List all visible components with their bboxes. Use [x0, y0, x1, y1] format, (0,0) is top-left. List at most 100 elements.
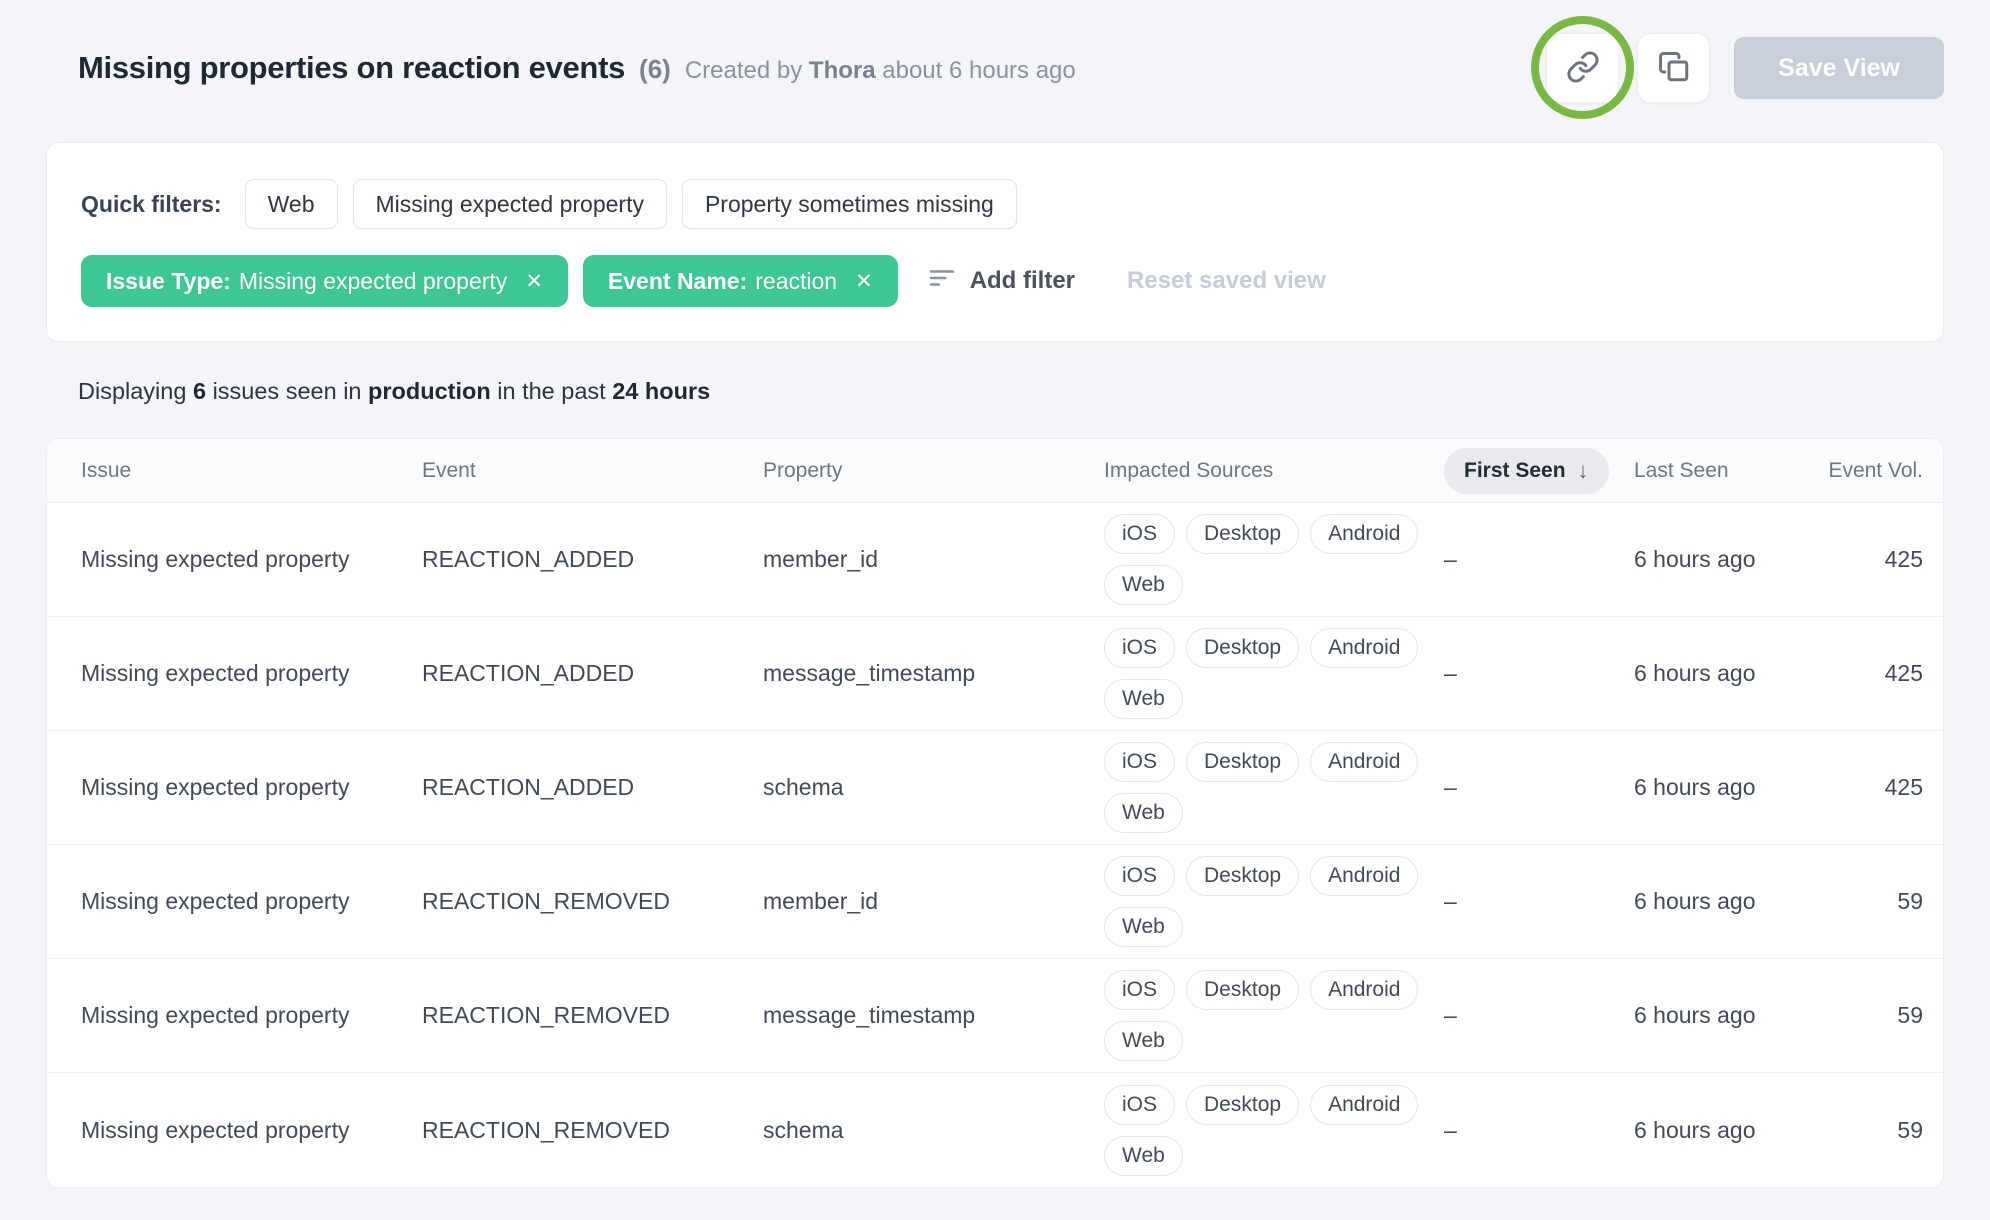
property-cell: member_id: [763, 888, 1104, 915]
source-badge: Web: [1104, 565, 1183, 605]
event-vol-cell: 59: [1803, 1117, 1923, 1144]
filter-chip-name: Event Name:: [608, 268, 747, 295]
created-by-meta: Created by Thora about 6 hours ago: [685, 57, 1076, 85]
last-seen-cell: 6 hours ago: [1634, 774, 1803, 801]
column-header-property: Property: [763, 459, 1104, 483]
copy-icon: [1657, 50, 1691, 87]
copy-link-button[interactable]: [1546, 33, 1619, 103]
event-vol-cell: 425: [1803, 660, 1923, 687]
created-by-prefix: Created by: [685, 57, 802, 84]
sort-pill-first-seen[interactable]: First Seen ↓: [1444, 448, 1609, 494]
filter-chip-value: Missing expected property: [239, 268, 507, 295]
property-cell: schema: [763, 774, 1104, 801]
sort-descending-icon: ↓: [1578, 458, 1589, 484]
quick-filters-label: Quick filters:: [81, 191, 222, 218]
source-badge: Web: [1104, 907, 1183, 947]
issue-cell: Missing expected property: [81, 660, 422, 687]
source-badge: Web: [1104, 1136, 1183, 1176]
source-badge: Web: [1104, 679, 1183, 719]
column-header-last-seen: Last Seen: [1634, 459, 1803, 483]
impacted-sources-cell: iOS Desktop Android Web: [1104, 970, 1422, 1061]
column-header-first-seen: First Seen ↓: [1444, 448, 1634, 494]
save-view-button[interactable]: Save View: [1734, 37, 1944, 99]
sort-pill-label: First Seen: [1464, 459, 1566, 483]
remove-filter-icon[interactable]: ✕: [525, 269, 543, 294]
event-vol-cell: 59: [1803, 1002, 1923, 1029]
issue-cell: Missing expected property: [81, 546, 422, 573]
table-row[interactable]: Missing expected property REACTION_REMOV…: [47, 1073, 1943, 1187]
source-badge: Desktop: [1186, 970, 1299, 1010]
table-header-row: Issue Event Property Impacted Sources Fi…: [47, 439, 1943, 503]
source-badge: Desktop: [1186, 742, 1299, 782]
first-seen-cell: –: [1444, 660, 1634, 687]
summary-text: issues seen in: [213, 378, 362, 404]
column-header-event: Event: [422, 459, 763, 483]
event-vol-cell: 425: [1803, 546, 1923, 573]
summary-text: in the past: [497, 378, 605, 404]
event-vol-cell: 59: [1803, 888, 1923, 915]
impacted-sources-cell: iOS Desktop Android Web: [1104, 1085, 1422, 1176]
table-row[interactable]: Missing expected property REACTION_REMOV…: [47, 959, 1943, 1073]
event-cell: REACTION_ADDED: [422, 660, 763, 687]
table-row[interactable]: Missing expected property REACTION_REMOV…: [47, 845, 1943, 959]
impacted-sources-cell: iOS Desktop Android Web: [1104, 514, 1422, 605]
source-badge: Desktop: [1186, 514, 1299, 554]
first-seen-cell: –: [1444, 888, 1634, 915]
column-header-impacted-sources: Impacted Sources: [1104, 459, 1444, 483]
table-row[interactable]: Missing expected property REACTION_ADDED…: [47, 731, 1943, 845]
active-filters-row: Issue Type: Missing expected property ✕ …: [81, 255, 1909, 307]
source-badge: Desktop: [1186, 1085, 1299, 1125]
event-cell: REACTION_REMOVED: [422, 888, 763, 915]
event-vol-cell: 425: [1803, 774, 1923, 801]
add-filter-label: Add filter: [970, 267, 1075, 295]
source-badge: Web: [1104, 1021, 1183, 1061]
source-badge: Desktop: [1186, 628, 1299, 668]
add-filter-button[interactable]: Add filter: [929, 265, 1075, 298]
first-seen-cell: –: [1444, 774, 1634, 801]
table-row[interactable]: Missing expected property REACTION_ADDED…: [47, 503, 1943, 617]
issue-count-badge: (6): [639, 54, 671, 85]
impacted-sources-cell: iOS Desktop Android Web: [1104, 628, 1422, 719]
property-cell: message_timestamp: [763, 660, 1104, 687]
last-seen-cell: 6 hours ago: [1634, 546, 1803, 573]
source-badge: Web: [1104, 793, 1183, 833]
source-badge: iOS: [1104, 856, 1175, 896]
quick-filter-property-sometimes-missing[interactable]: Property sometimes missing: [682, 179, 1017, 229]
column-header-issue: Issue: [81, 459, 422, 483]
page-title: Missing properties on reaction events: [78, 50, 625, 86]
issue-cell: Missing expected property: [81, 1117, 422, 1144]
last-seen-cell: 6 hours ago: [1634, 660, 1803, 687]
last-seen-cell: 6 hours ago: [1634, 888, 1803, 915]
quick-filters-row: Quick filters: Web Missing expected prop…: [81, 179, 1909, 229]
impacted-sources-cell: iOS Desktop Android Web: [1104, 742, 1422, 833]
issue-cell: Missing expected property: [81, 888, 422, 915]
source-badge: iOS: [1104, 742, 1175, 782]
filter-chip-value: reaction: [755, 268, 837, 295]
results-summary: Displaying 6 issues seen in production i…: [78, 378, 1944, 405]
column-header-event-vol: Event Vol.: [1803, 459, 1923, 483]
filter-chip-issue-type[interactable]: Issue Type: Missing expected property ✕: [81, 255, 568, 307]
quick-filter-missing-expected-property[interactable]: Missing expected property: [353, 179, 667, 229]
page-header: Missing properties on reaction events (6…: [0, 0, 1990, 104]
source-badge: iOS: [1104, 628, 1175, 668]
quick-filter-web[interactable]: Web: [245, 179, 338, 229]
filters-panel: Quick filters: Web Missing expected prop…: [46, 142, 1944, 342]
property-cell: schema: [763, 1117, 1104, 1144]
filter-chip-name: Issue Type:: [106, 268, 231, 295]
issues-table: Issue Event Property Impacted Sources Fi…: [46, 438, 1944, 1188]
property-cell: message_timestamp: [763, 1002, 1104, 1029]
source-badge: iOS: [1104, 970, 1175, 1010]
source-badge: Android: [1310, 628, 1418, 668]
summary-timeframe: 24 hours: [612, 378, 710, 404]
event-cell: REACTION_ADDED: [422, 774, 763, 801]
remove-filter-icon[interactable]: ✕: [855, 269, 873, 294]
first-seen-cell: –: [1444, 1002, 1634, 1029]
issue-cell: Missing expected property: [81, 1002, 422, 1029]
table-row[interactable]: Missing expected property REACTION_ADDED…: [47, 617, 1943, 731]
last-seen-cell: 6 hours ago: [1634, 1117, 1803, 1144]
property-cell: member_id: [763, 546, 1104, 573]
filter-chip-event-name[interactable]: Event Name: reaction ✕: [583, 255, 898, 307]
source-badge: Android: [1310, 970, 1418, 1010]
duplicate-view-button[interactable]: [1637, 33, 1710, 103]
reset-saved-view-button[interactable]: Reset saved view: [1127, 267, 1326, 295]
